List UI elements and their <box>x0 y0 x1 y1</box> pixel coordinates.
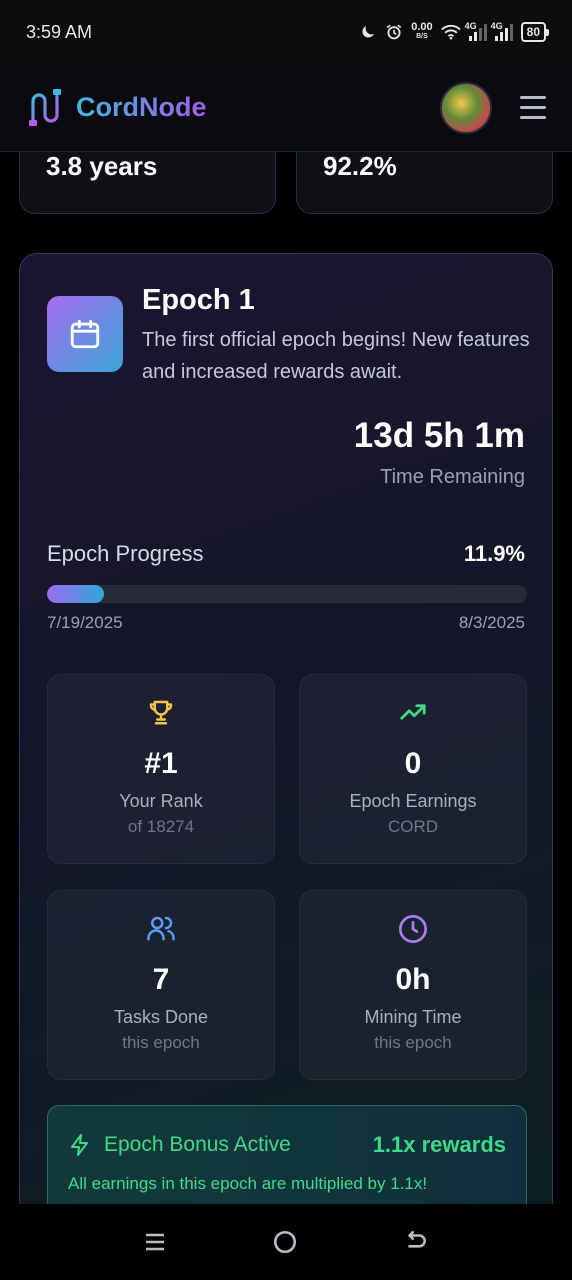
signal-2: 4G <box>491 21 513 41</box>
bonus-rate: 1.1x rewards <box>372 1132 506 1157</box>
stat-sub: CORD <box>387 817 439 836</box>
bonus-message: All earnings in this epoch are multiplie… <box>68 1174 428 1193</box>
stat-label: Mining Time <box>364 1007 462 1027</box>
stat-rank: #1 Your Rank of 18274 <box>47 674 275 864</box>
progress-bar <box>47 585 527 603</box>
trophy-icon <box>48 697 274 727</box>
epoch-title: Epoch 1 <box>142 284 255 316</box>
recent-apps-icon[interactable] <box>143 1230 167 1254</box>
wifi-icon <box>440 25 461 40</box>
epoch-card: Epoch 1 The first official epoch begins!… <box>19 253 553 1253</box>
home-icon[interactable] <box>272 1229 298 1255</box>
stat-card-value: 3.8 years <box>46 151 158 181</box>
signal-1: 4G <box>465 21 487 41</box>
progress-label: Epoch Progress <box>47 541 204 566</box>
battery-indicator: 80 <box>520 22 550 42</box>
stat-value: 0 <box>404 747 422 780</box>
progress-value: 11.9% <box>463 541 525 566</box>
stat-label: Epoch Earnings <box>349 791 477 811</box>
alarm-icon <box>386 24 402 40</box>
epoch-countdown: 13d 5h 1m <box>353 416 525 455</box>
stat-sub: of 18274 <box>127 817 195 836</box>
net-speed: 0.00 B/S <box>411 21 433 41</box>
stat-value: 0h <box>395 963 431 996</box>
app-header: CordNode <box>0 64 572 152</box>
status-icons: 0.00 B/S 4G 4G 80 <box>359 21 550 42</box>
clock-icon <box>300 913 526 945</box>
brand-name: CordNode <box>76 92 207 122</box>
avatar[interactable] <box>440 81 492 134</box>
trending-up-icon <box>300 697 526 727</box>
calendar-icon <box>47 296 123 372</box>
users-icon <box>48 913 274 943</box>
lightning-icon <box>71 1134 88 1156</box>
epoch-end-date: 8/3/2025 <box>458 613 525 632</box>
epoch-description: The first official epoch begins! New fea… <box>142 329 530 383</box>
countdown-label: Time Remaining <box>380 466 525 488</box>
stat-sub: this epoch <box>374 1033 452 1052</box>
stat-earnings: 0 Epoch Earnings CORD <box>299 674 527 864</box>
stat-mining-time: 0h Mining Time this epoch <box>299 890 527 1080</box>
stat-card-value: 92.2% <box>323 151 397 181</box>
system-nav-bar <box>0 1204 572 1280</box>
brand[interactable]: CordNode <box>26 87 207 129</box>
stat-sub: this epoch <box>122 1033 200 1052</box>
stat-value: 7 <box>152 963 170 996</box>
stat-value: #1 <box>144 747 178 780</box>
progress-bar-fill <box>47 585 105 603</box>
hamburger-menu-icon[interactable] <box>520 96 546 119</box>
stat-tasks: 7 Tasks Done this epoch <box>47 890 275 1080</box>
status-time: 3:59 AM <box>26 21 93 42</box>
moon-icon <box>362 26 375 38</box>
cord-logo-icon <box>29 88 61 126</box>
epoch-start-date: 7/19/2025 <box>47 613 123 632</box>
stat-label: Your Rank <box>119 791 203 811</box>
back-icon[interactable] <box>403 1229 429 1255</box>
bonus-title: Epoch Bonus Active <box>104 1133 291 1156</box>
stat-label: Tasks Done <box>113 1007 209 1027</box>
status-bar: 3:59 AM 0.00 B/S 4G 4G 80 <box>0 0 572 64</box>
